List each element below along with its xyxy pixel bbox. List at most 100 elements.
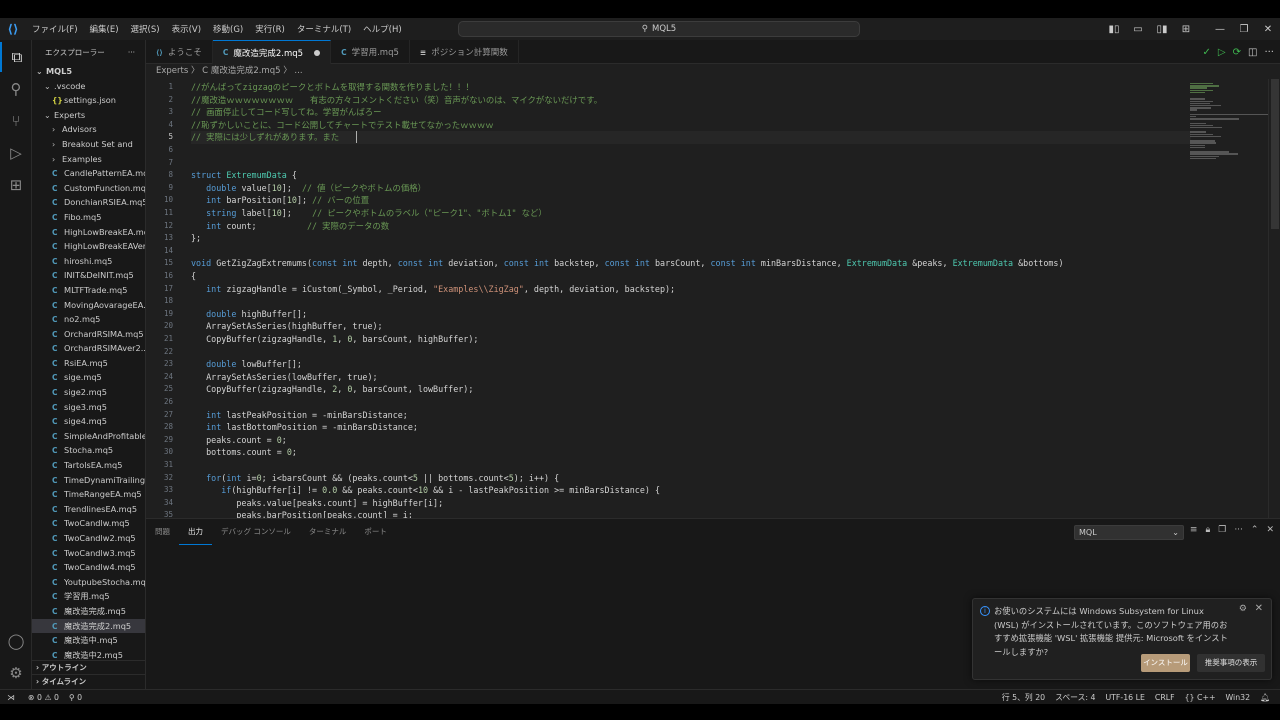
tree-file[interactable]: Csige3.mq5: [32, 400, 145, 415]
tree-file[interactable]: C TimeRangeEA.mq5: [32, 487, 145, 502]
tree-file[interactable]: C Fibo.mq5: [32, 210, 145, 225]
open-in-editor-icon[interactable]: ❐: [1218, 525, 1226, 535]
lock-scroll-icon[interactable]: 🔒︎: [1205, 525, 1210, 535]
code-line[interactable]: double highBuffer[];: [191, 308, 307, 321]
customize-layout-icon[interactable]: ⊞: [1174, 24, 1198, 35]
panel-tab[interactable]: 出力: [179, 519, 212, 545]
tree-file[interactable]: Csige.mq5: [32, 370, 145, 385]
code-line[interactable]: ArraySetAsSeries(lowBuffer, true);: [191, 371, 377, 384]
tree-file[interactable]: C 学習用.mq5: [32, 589, 145, 604]
tree-file[interactable]: Csige4.mq5: [32, 414, 145, 429]
tree-folder[interactable]: ⌄ .vscode: [32, 79, 145, 94]
split-editor-icon[interactable]: ◫: [1248, 47, 1257, 58]
code-line[interactable]: //恥ずかしいことに、コード公開してチャートでテスト載せてなかったｗｗｗｗ: [191, 119, 494, 132]
tree-file[interactable]: Chiroshi.mq5: [32, 254, 145, 269]
cursor-position[interactable]: 行 5、列 20: [1002, 692, 1045, 703]
tree-file[interactable]: C MLTFTrade.mq5: [32, 283, 145, 298]
tree-file[interactable]: C YoutpubeStocha.mq5: [32, 575, 145, 590]
tree-file[interactable]: C OrchardRSIMAver2....: [32, 341, 145, 356]
explorer-icon[interactable]: ⧉: [0, 42, 32, 72]
source-control-icon[interactable]: ⑂: [0, 106, 32, 136]
workspace-root[interactable]: ⌄ MQL5: [32, 64, 145, 79]
code-line[interactable]: int zigzagHandle = iCustom(_Symbol, _Per…: [191, 283, 675, 296]
maximize-icon[interactable]: ❐: [1232, 24, 1256, 35]
toggle-sidebar-icon[interactable]: ▮▯: [1102, 24, 1126, 35]
code-line[interactable]: int lastPeakPosition = -minBarsDistance;: [191, 409, 408, 422]
code-line[interactable]: string label[10]; // ピークやボトムのラベル（"ピーク1"、…: [191, 207, 547, 220]
tab-4[interactable]: ≡ ポジション計算関数: [410, 40, 519, 64]
code-line[interactable]: if(highBuffer[i] != 0.0 && peaks.count<1…: [191, 484, 660, 497]
tree-file[interactable]: C 魔改造中.mq5: [32, 633, 145, 648]
tree-file[interactable]: C 魔改造完成2.mq5: [32, 618, 145, 634]
code-line[interactable]: CopyBuffer(zigzagHandle, 2, 0, barsCount…: [191, 383, 473, 396]
tree-file[interactable]: Csige2.mq5: [32, 385, 145, 400]
problems-indicator[interactable]: ⊗ 0 ⚠ 0: [28, 693, 59, 702]
tree-file[interactable]: Cno2.mq5: [32, 312, 145, 327]
maximize-panel-icon[interactable]: ⌃: [1251, 525, 1259, 535]
tab-1[interactable]: ⟨⟩ ようこそ: [146, 40, 213, 64]
command-center-search[interactable]: ⚲ MQL5: [458, 21, 860, 37]
extensions-icon[interactable]: ⊞: [0, 170, 32, 200]
tree-file[interactable]: C TrendlinesEA.mq5: [32, 502, 145, 517]
minimize-icon[interactable]: —: [1208, 24, 1232, 35]
tree-file[interactable]: C HighLowBreakEAVer...: [32, 239, 145, 254]
code-line[interactable]: peaks.barPosition[peaks.count] = i;: [191, 509, 412, 518]
notifications-bell-icon[interactable]: 🔔︎: [1260, 693, 1270, 702]
tree-file[interactable]: C RsiEA.mq5: [32, 356, 145, 371]
tree-file[interactable]: C 魔改造完成.mq5: [32, 604, 145, 619]
panel-tab[interactable]: デバッグ コンソール: [212, 519, 300, 545]
more-actions-icon[interactable]: ···: [128, 48, 135, 57]
tree-folder[interactable]: ⌄ Experts: [32, 108, 145, 123]
encoding[interactable]: UTF-16 LE: [1105, 693, 1144, 702]
code-line[interactable]: //魔改造ｗｗｗｗｗｗｗｗ 有志の方々コメントください（笑）音声がないのは、マイ…: [191, 94, 602, 107]
tree-folder[interactable]: › Breakout Set and: [32, 137, 145, 152]
tree-folder[interactable]: › Examples: [32, 152, 145, 167]
menu-item[interactable]: ヘルプ(H): [357, 23, 408, 35]
menu-item[interactable]: 実行(R): [249, 23, 291, 35]
code-line[interactable]: //がんばってzigzagのピークとボトムを取得する関数を作りました！！！: [191, 81, 474, 94]
code-line[interactable]: struct ExtremumData {: [191, 169, 297, 182]
compile-check-icon[interactable]: ✓: [1203, 47, 1211, 58]
tree-file[interactable]: C TwoCandlw2.mq5: [32, 531, 145, 546]
tree-file[interactable]: {}settings.json: [32, 93, 145, 108]
menu-item[interactable]: 選択(S): [125, 23, 166, 35]
panel-tab[interactable]: 問題: [146, 519, 179, 545]
code-line[interactable]: int lastBottomPosition = -minBarsDistanc…: [191, 421, 418, 434]
ports-indicator[interactable]: ⚲ 0: [69, 693, 82, 702]
menu-item[interactable]: 表示(V): [166, 23, 207, 35]
platform[interactable]: Win32: [1226, 693, 1251, 702]
code-editor[interactable]: 1 2 3 4 5 6 7 8 9 10 11 12 13 14 15 16 17 18 19 20 21 22 23 24 2…: [146, 79, 1280, 518]
code-line[interactable]: };: [191, 232, 201, 245]
tab-2[interactable]: C 魔改造完成2.mq5: [212, 40, 332, 64]
notification-settings-icon[interactable]: ⚙: [1239, 604, 1247, 614]
search-view-icon[interactable]: ⚲: [0, 74, 32, 104]
code-line[interactable]: double value[10]; // 値（ピークやボトムの価格）: [191, 182, 426, 195]
tree-file[interactable]: C TwoCandlw3.mq5: [32, 546, 145, 561]
panel-tab[interactable]: ポート: [355, 519, 396, 545]
code-line[interactable]: void GetZigZagExtremums(const int depth,…: [191, 257, 1064, 270]
code-line[interactable]: {: [191, 270, 196, 283]
debug-run-icon[interactable]: ⟳: [1233, 47, 1241, 58]
code-line[interactable]: ArraySetAsSeries(highBuffer, true);: [191, 320, 382, 333]
code-line[interactable]: int count; // 実際のデータの数: [191, 220, 389, 233]
scrollbar-thumb[interactable]: [1271, 79, 1279, 229]
code-line[interactable]: double lowBuffer[];: [191, 358, 302, 371]
menu-item[interactable]: 編集(E): [84, 23, 125, 35]
tree-file[interactable]: C DonchianRSIEA.mq5: [32, 195, 145, 210]
menu-item[interactable]: 移動(G): [207, 23, 249, 35]
language-mode[interactable]: {} C++: [1185, 693, 1216, 702]
toggle-panel-icon[interactable]: ▭: [1126, 24, 1150, 35]
code-line[interactable]: bottoms.count = 0;: [191, 446, 297, 459]
install-button[interactable]: インストール: [1141, 654, 1190, 672]
account-icon[interactable]: ◯: [0, 626, 32, 656]
panel-tab[interactable]: ターミナル: [300, 519, 356, 545]
code-line[interactable]: for(int i=0; i<barsCount && (peaks.count…: [191, 472, 559, 485]
end-of-line[interactable]: CRLF: [1155, 693, 1175, 702]
output-channel-select[interactable]: MQL ⌄: [1074, 525, 1184, 540]
minimap[interactable]: [1190, 79, 1270, 518]
toggle-secondary-sidebar-icon[interactable]: ▯▮: [1150, 24, 1174, 35]
code-line[interactable]: int barPosition[10]; // バーの位置: [191, 194, 369, 207]
menu-item[interactable]: ターミナル(T): [291, 23, 357, 35]
tree-file[interactable]: C CandlePatternEA.mq5: [32, 166, 145, 181]
show-recommendations-button[interactable]: 推奨事項の表示: [1197, 654, 1265, 672]
